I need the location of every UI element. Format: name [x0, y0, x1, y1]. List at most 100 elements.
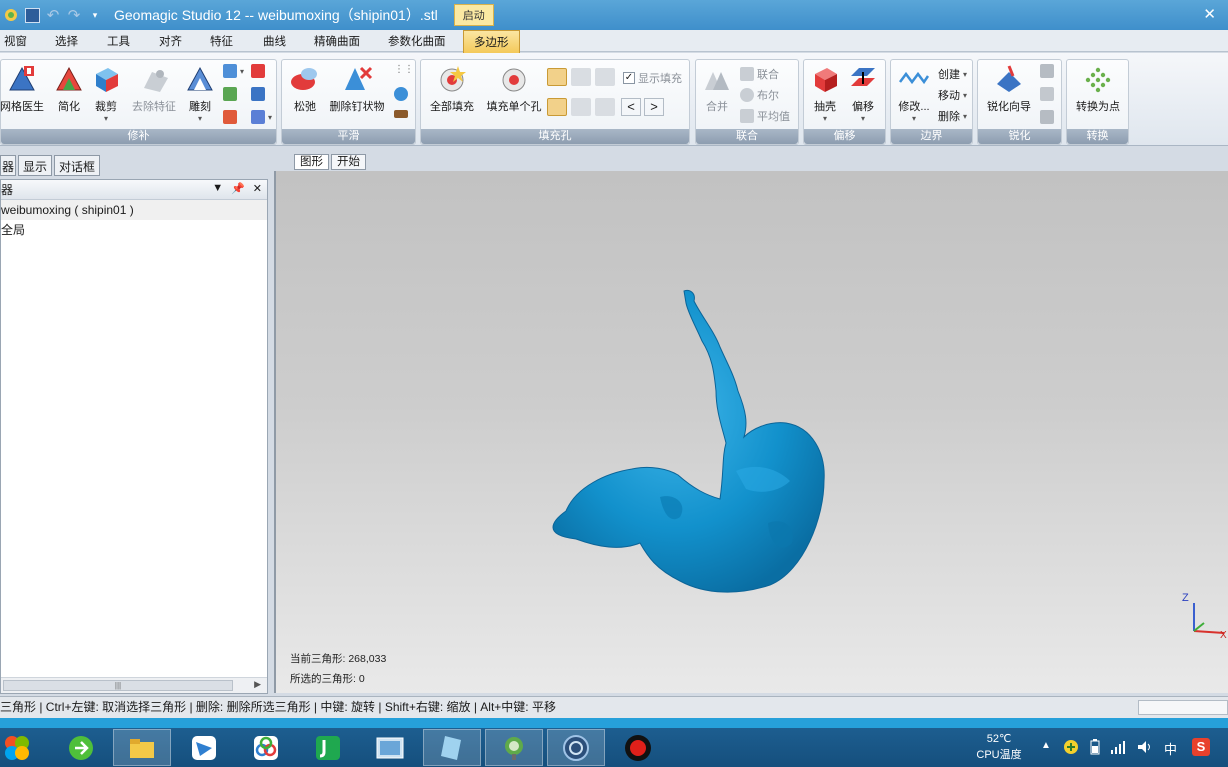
tab-align[interactable]: 对齐 — [159, 33, 182, 49]
taskbar-baidu-netdisk-icon[interactable] — [237, 729, 295, 766]
fill-complete-icon[interactable] — [547, 98, 567, 116]
group-convert: 转换为点 转换 — [1066, 59, 1129, 145]
stomach-mesh-model[interactable] — [552, 290, 825, 593]
tab-exact-surfaces[interactable]: 精确曲面 — [314, 33, 360, 49]
remove-feature-icon — [138, 64, 170, 94]
dropdown-icon[interactable]: ▼ — [212, 182, 223, 195]
tab-start[interactable]: 开始 — [331, 154, 366, 170]
repair-tool-e-icon[interactable] — [223, 110, 237, 124]
selected-triangles-text: 所选的三角形: 0 — [290, 673, 365, 685]
scroll-right-icon[interactable]: ▶ — [254, 679, 261, 690]
show-fill-checkbox[interactable]: ✓ 显示填充 — [623, 70, 682, 86]
sharpen-tool-b-icon[interactable] — [1040, 87, 1054, 101]
taskbar-browser-icon[interactable] — [52, 729, 110, 766]
tray-battery-icon[interactable] — [1088, 739, 1102, 758]
tab-curves[interactable]: 曲线 — [263, 33, 286, 49]
taskbar-explorer-icon[interactable] — [113, 729, 171, 766]
fill-edge-icon[interactable] — [571, 98, 591, 116]
fill-tangent-icon[interactable] — [571, 68, 591, 86]
tab-manager[interactable]: 器 — [0, 155, 17, 176]
group-offset: 抽壳 ▾ 偏移 ▾ 偏移 — [803, 59, 886, 145]
create-boundary-button[interactable]: 创建 ▾ — [938, 66, 967, 82]
boolean-button[interactable]: 布尔 — [740, 87, 779, 103]
progress-bar — [1138, 700, 1228, 715]
tab-select[interactable]: 选择 — [55, 33, 78, 49]
offset-button[interactable]: 偏移 ▾ — [836, 64, 890, 123]
tab-polygons[interactable]: 多边形 — [463, 30, 520, 53]
union-button[interactable]: 联合 — [740, 66, 779, 82]
taskbar-image-viewer-icon[interactable] — [361, 729, 419, 766]
app-icon[interactable] — [2, 6, 20, 24]
scrollbar-thumb[interactable]: ||| — [3, 680, 233, 691]
horizontal-scrollbar[interactable]: ||| ▶ — [1, 677, 267, 693]
taskbar: 52℃ CPU温度 ▲ 中 S — [0, 728, 1228, 767]
fill-single-button[interactable]: 填充单个孔 — [484, 64, 544, 114]
tray-expand-icon[interactable]: ▲ — [1041, 740, 1051, 751]
trim-button[interactable]: 裁剪 ▾ — [79, 64, 133, 123]
delete-boundary-button[interactable]: 删除 ▾ — [938, 108, 967, 124]
tab-dialog[interactable]: 对话框 — [54, 155, 101, 176]
model-manager-panel: 器 ▼ 📌 ✕ weibumoxing ( shipin01 ) 全局 ||| … — [0, 179, 268, 694]
customize-chevron-icon[interactable]: ▾ — [86, 6, 104, 24]
close-icon[interactable]: ✕ — [1203, 5, 1216, 23]
viewport-canvas: Z X — [552, 290, 1227, 641]
windows-logo-icon — [5, 735, 29, 760]
taskbar-document-icon[interactable] — [423, 729, 481, 766]
taskbar-green-app-icon[interactable] — [299, 729, 357, 766]
previous-arrow-icon[interactable]: < — [621, 98, 641, 116]
pin-icon[interactable]: 📌 — [231, 182, 245, 195]
remove-spikes-icon — [341, 64, 373, 94]
fill-all-button[interactable]: 全部填充 — [425, 64, 479, 114]
panel-close-icon[interactable]: ✕ — [253, 182, 262, 195]
modify-boundary-button[interactable]: 修改... ▾ — [887, 64, 941, 123]
tab-features[interactable]: 特征 — [210, 33, 233, 49]
fill-curvature-icon[interactable] — [547, 68, 567, 86]
remove-spikes-button[interactable]: 删除钉状物 — [328, 64, 386, 114]
tab-graphics[interactable]: 图形 — [294, 154, 329, 170]
next-arrow-icon[interactable]: > — [644, 98, 664, 116]
undo-icon[interactable]: ↶ — [44, 6, 62, 24]
taskbar-record-icon[interactable] — [609, 729, 667, 766]
sharpen-tool-a-icon[interactable] — [1040, 64, 1054, 78]
fill-bridge-icon[interactable] — [595, 98, 615, 116]
repair-tool-c-icon[interactable] — [223, 87, 237, 101]
start-button[interactable] — [0, 729, 34, 766]
graphics-viewport[interactable]: Z X 当前三角形: 268,033 所选的三角形: 0 — [274, 171, 1228, 693]
tray-volume-icon[interactable] — [1136, 739, 1152, 758]
sharpen-tool-c-icon[interactable] — [1040, 110, 1054, 124]
repair-tool-f-icon[interactable]: ▾ — [251, 110, 272, 124]
tree-item-model[interactable]: weibumoxing ( shipin01 ) — [1, 200, 267, 220]
tray-signal-icon[interactable] — [1110, 739, 1126, 758]
smooth-dots-icon[interactable]: ⋮⋮ — [394, 64, 414, 75]
status-hint: 三角形 | Ctrl+左键: 取消选择三角形 | 删除: 删除所选三角形 | 中… — [0, 700, 556, 714]
axis-z-label: Z — [1182, 592, 1189, 604]
start-badge[interactable]: 启动 — [453, 4, 494, 26]
save-icon[interactable] — [23, 6, 41, 24]
repair-tool-d-icon[interactable] — [251, 87, 265, 101]
tab-view-window[interactable]: 视窗 — [4, 33, 27, 49]
fill-flat-icon[interactable] — [595, 68, 615, 86]
window-title: Geomagic Studio 12 -- weibumoxing（shipin… — [114, 7, 438, 23]
tray-sogou-icon[interactable]: S — [1192, 738, 1210, 756]
taskbar-bird-icon[interactable] — [175, 729, 233, 766]
taskbar-geomagic-icon[interactable] — [485, 729, 543, 766]
tray-addon-icon[interactable] — [1063, 739, 1079, 758]
combine-button[interactable]: 合并 — [690, 64, 744, 114]
tree-item-global[interactable]: 全局 — [1, 220, 267, 240]
convert-to-points-button[interactable]: 转换为点 — [1071, 64, 1125, 114]
smooth-sphere-icon[interactable] — [394, 87, 408, 101]
repair-tool-a-icon[interactable]: ▾ — [223, 64, 244, 78]
sharpen-wizard-button[interactable]: 锐化向导 — [982, 64, 1036, 114]
relax-button[interactable]: 松弛 — [278, 64, 332, 114]
tab-tools[interactable]: 工具 — [107, 33, 130, 49]
sculpt-button[interactable]: 雕刻 ▾ — [173, 64, 227, 123]
tab-display[interactable]: 显示 — [18, 155, 53, 176]
tray-ime-indicator[interactable]: 中 — [1164, 739, 1177, 758]
redo-icon[interactable]: ↷ — [65, 6, 83, 24]
repair-tool-b-icon[interactable] — [251, 64, 265, 78]
move-boundary-button[interactable]: 移动 ▾ — [938, 87, 967, 103]
taskbar-ring-app-icon[interactable] — [547, 729, 605, 766]
average-button[interactable]: 平均值 — [740, 108, 790, 124]
tab-parametric-surfaces[interactable]: 参数化曲面 — [388, 33, 446, 49]
smooth-plate-icon[interactable] — [394, 110, 408, 118]
